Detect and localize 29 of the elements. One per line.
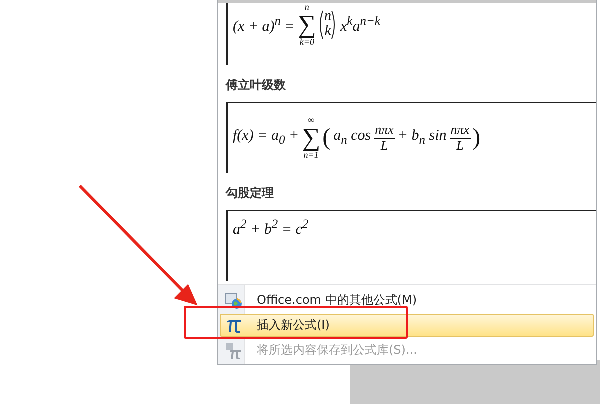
formula-text: x$^{k}$a$^{n−k}$ — [339, 14, 382, 36]
binom-top: n — [324, 10, 332, 25]
formula-paren: ) — [472, 126, 481, 150]
sum-sign: ∑ — [298, 12, 316, 38]
fraction-denominator: L — [456, 138, 464, 153]
paren-icon — [318, 10, 324, 40]
globe-document-icon — [225, 292, 243, 310]
formula-text: + b$_{n}$ sin — [396, 128, 448, 148]
equation-preview[interactable]: a$^{2}$ + b$^{2}$ = c$^{2}$ — [226, 210, 596, 281]
formula-text: f(x) = a$_{0}$ + — [232, 128, 300, 148]
formula-text: a$_{n}$ cos — [332, 128, 372, 148]
fraction-denominator: L — [380, 138, 388, 153]
menu-item[interactable]: 插入新公式(I) — [220, 314, 594, 337]
menu-item[interactable]: Office.com 中的其他公式(M) — [220, 289, 594, 312]
formula-paren: ( — [322, 126, 331, 150]
fraction-numerator: nπx — [374, 123, 395, 138]
section-title: 勾股定理 — [226, 185, 275, 202]
paren-icon — [331, 10, 338, 40]
pi-save-icon — [225, 342, 243, 360]
sum-upper-limit: n — [304, 3, 310, 12]
sum-upper-limit: ∞ — [308, 116, 315, 125]
binom-bottom: k — [324, 25, 332, 40]
section-title: 傅立叶级数 — [226, 77, 287, 94]
sum-sign: ∑ — [302, 125, 321, 151]
formula-text: a$^{2}$ + b$^{2}$ = c$^{2}$ — [232, 217, 310, 239]
fraction-numerator: nπx — [450, 123, 471, 138]
sum-lower-limit: k=0 — [300, 38, 314, 47]
sum-lower-limit: n=1 — [304, 151, 319, 160]
formula-text: (x + a)$^{n}$ = — [232, 14, 296, 36]
